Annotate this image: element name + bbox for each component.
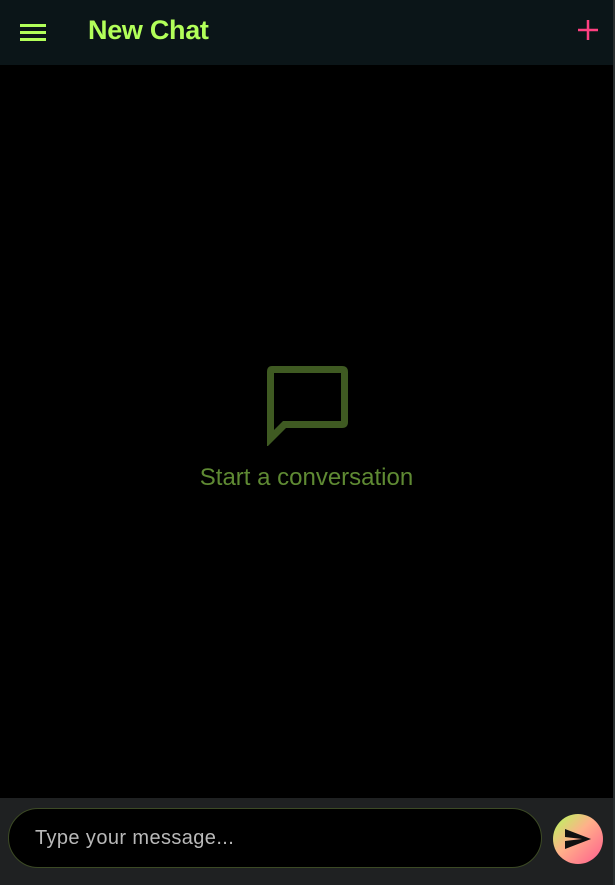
message-composer xyxy=(0,798,613,885)
page-title: New Chat xyxy=(88,15,209,45)
message-input[interactable] xyxy=(8,808,542,868)
empty-state-text: Start a conversation xyxy=(199,464,414,491)
chat-app: New Chat Start a conversation xyxy=(0,0,615,885)
send-icon xyxy=(565,829,591,849)
empty-state: Start a conversation xyxy=(0,355,613,493)
app-bar: New Chat xyxy=(0,0,613,65)
new-chat-button[interactable] xyxy=(567,9,609,51)
menu-icon xyxy=(20,24,46,41)
send-button[interactable] xyxy=(553,814,603,864)
plus-icon xyxy=(578,20,598,40)
chat-bubble-icon xyxy=(259,355,355,451)
menu-button[interactable] xyxy=(12,11,54,53)
